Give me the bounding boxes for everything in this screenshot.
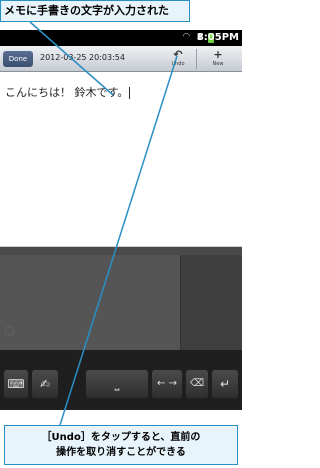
undo-icon: ↶ <box>173 48 183 61</box>
note-text: こんにちは！ 鈴木です。 <box>5 86 129 99</box>
callout-top: メモに手書きの文字が入力された <box>0 0 190 22</box>
status-time: 8:05PM <box>196 32 239 43</box>
toolbar-divider <box>196 49 197 69</box>
plus-icon: + <box>213 48 223 61</box>
undo-button[interactable]: ↶ Undo <box>166 48 190 70</box>
space-key[interactable]: ⎵ <box>86 370 148 398</box>
enter-key[interactable]: ↵ <box>212 370 238 398</box>
handwriting-icon: ✍ <box>39 377 51 391</box>
callout-bottom-line1: ［Undo］をタップすると、直前の <box>41 432 201 443</box>
new-button[interactable]: + New <box>206 48 230 70</box>
handwriting-panel: ◌ <box>0 247 242 350</box>
note-timestamp: 2012-03-25 20:03:54 <box>40 53 125 62</box>
note-editor[interactable]: こんにちは！ 鈴木です。 <box>0 72 242 247</box>
keyboard-switch-button[interactable]: ⌨ <box>4 370 28 398</box>
text-cursor <box>129 87 131 99</box>
space-icon: ⎵ <box>114 377 120 391</box>
phone-screen: ◠ ▮ 8:05PM Done 2012-03-25 20:03:54 ↶ Un… <box>0 30 242 410</box>
handwriting-input-area[interactable]: ◌ <box>0 255 180 350</box>
keyboard-bottom-row: ⌨ ✍ ⎵ ← → ⌫ ↵ <box>0 350 242 410</box>
undo-label: Undo <box>171 61 185 67</box>
handwriting-stroke-icon: ◌ <box>4 323 15 337</box>
toolbar: Done 2012-03-25 20:03:54 ↶ Undo + New <box>0 46 242 72</box>
status-bar: ◠ ▮ 8:05PM <box>0 30 242 46</box>
callout-bottom-line2: 操作を取り消すことができる <box>56 447 186 458</box>
keyboard-icon: ⌨ <box>7 377 25 391</box>
callout-top-text: メモに手書きの文字が入力された <box>4 4 169 17</box>
delete-key[interactable]: ⌫ <box>186 370 208 398</box>
cursor-arrow-keys[interactable]: ← → <box>152 370 182 398</box>
new-label: New <box>212 61 224 67</box>
done-button[interactable]: Done <box>3 51 33 67</box>
handwriting-side-area[interactable] <box>180 255 242 350</box>
handwriting-mode-button[interactable]: ✍ <box>32 370 58 398</box>
callout-bottom: ［Undo］をタップすると、直前の 操作を取り消すことができる <box>4 425 238 465</box>
note-text-line: こんにちは！ 鈴木です。 <box>5 84 131 100</box>
